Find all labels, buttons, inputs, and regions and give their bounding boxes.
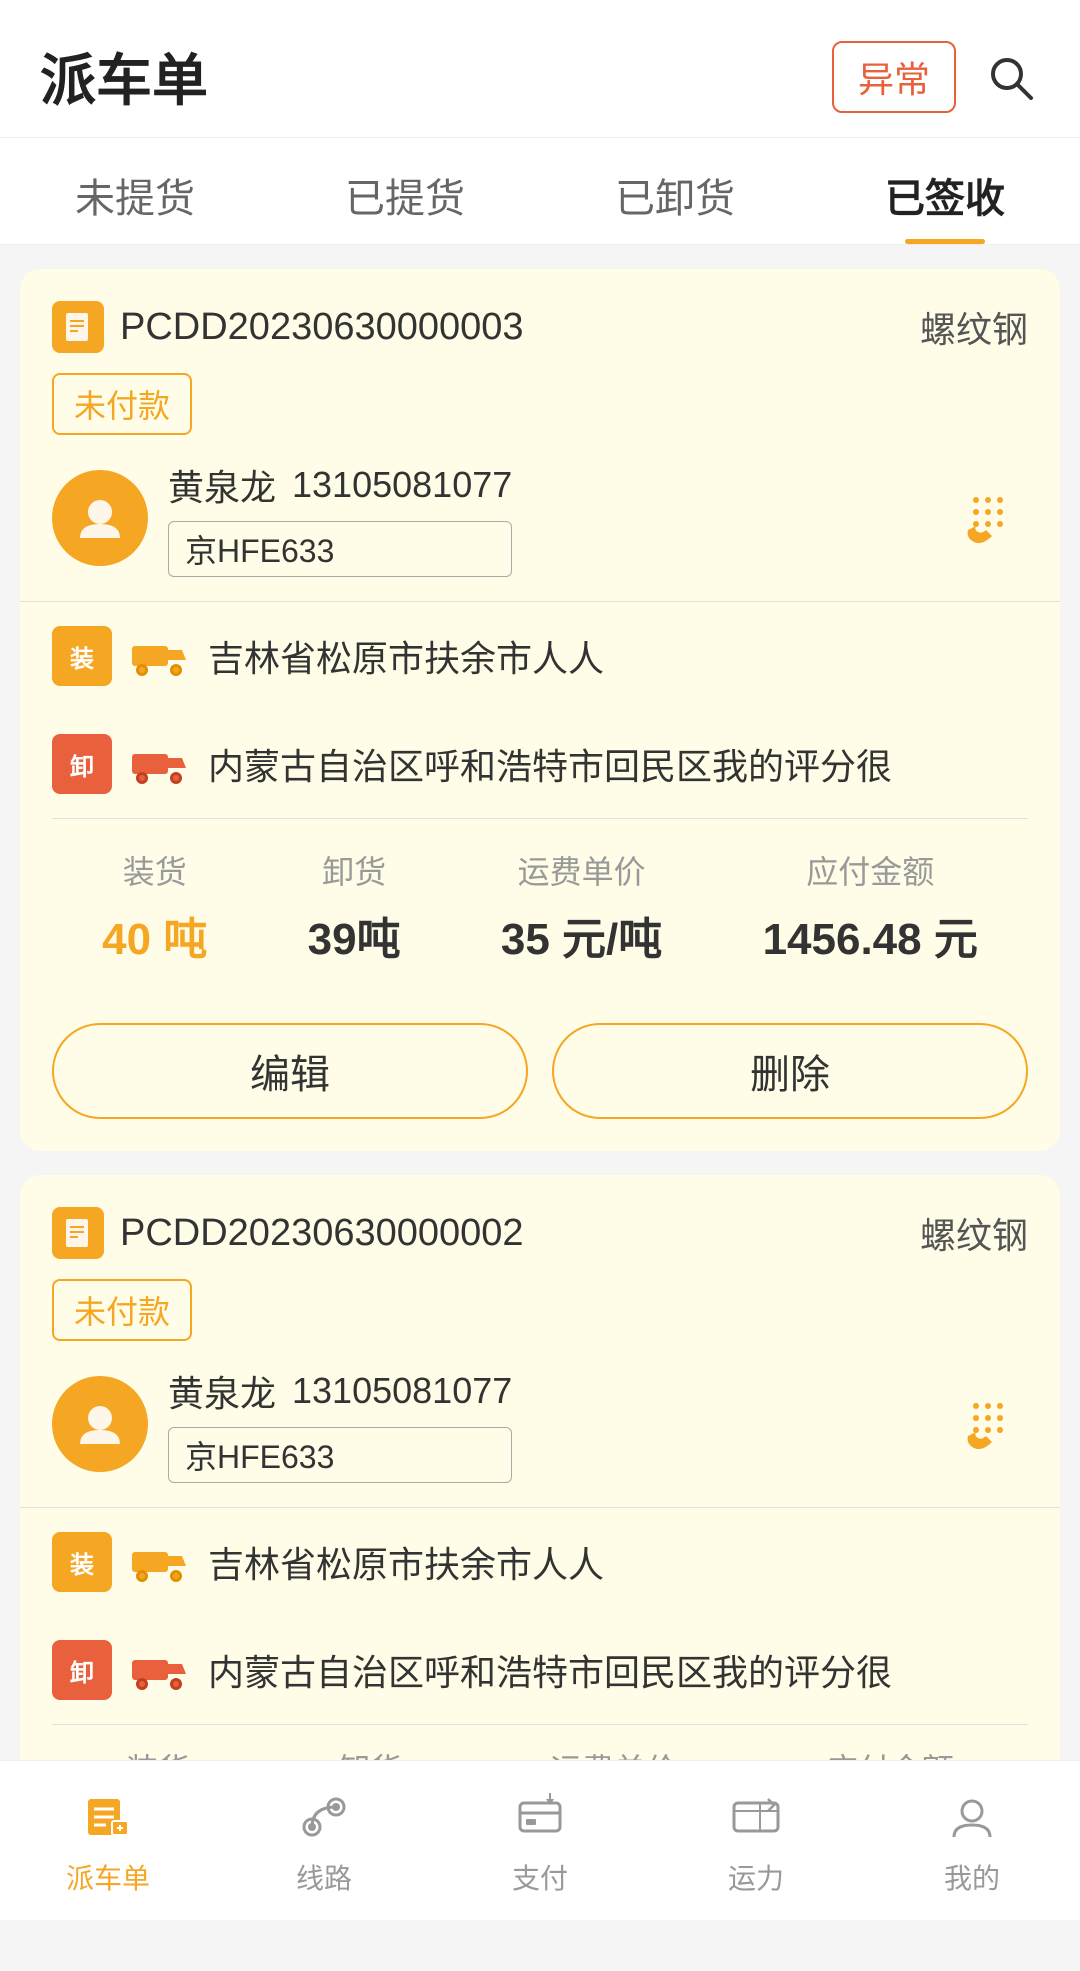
driver-phone-1: 13105081077: [292, 464, 512, 506]
load-route-2: 装 吉林省松原市扶余市人人: [52, 1508, 1028, 1616]
anomaly-button[interactable]: 异常: [832, 41, 956, 113]
profile-label: 我的: [944, 1857, 1000, 1897]
payment-label: 支付: [512, 1857, 568, 1897]
call-button-2[interactable]: [948, 1384, 1028, 1464]
unload-badge-1: 卸: [52, 734, 112, 794]
unload-location-1: 内蒙古自治区呼和浩特市回民区我的评分很: [208, 738, 892, 790]
driver-name-phone-1: 黄泉龙 13105081077: [168, 459, 512, 511]
load-location-1: 吉林省松原市扶余市人人: [208, 630, 604, 682]
search-icon: [985, 52, 1035, 102]
tab-bar: 未提货 已提货 已卸货 已签收: [0, 138, 1080, 245]
cargo-stats-1: 装货 40 吨 卸货 39吨 运费单价 35 元/吨 应付金额 1456.48 …: [52, 818, 1028, 995]
unload-weight-value: 39吨: [308, 903, 401, 967]
unload-weight-label: 卸货: [322, 847, 386, 893]
unload-location-2: 内蒙古自治区呼和浩特市回民区我的评分很: [208, 1644, 892, 1696]
card-id-wrap-2: PCDD20230630000002: [52, 1207, 524, 1259]
capacity-label: 运力: [728, 1857, 784, 1897]
action-btns-1: 编辑 删除: [52, 995, 1028, 1151]
header-actions: 异常: [832, 41, 1040, 113]
card-goods-2: 螺纹钢: [920, 1207, 1028, 1259]
nav-capacity[interactable]: 运力: [648, 1785, 864, 1897]
unload-weight-stat: 卸货 39吨: [308, 847, 401, 967]
dispatch-icon: [76, 1785, 140, 1849]
dispatch-label: 派车单: [66, 1857, 150, 1897]
driver-row-2: 黄泉龙 13105081077 京HFE633: [52, 1365, 1028, 1483]
payment-badge-1: 未付款: [52, 373, 1028, 459]
driver-phone-2: 13105081077: [292, 1370, 512, 1412]
route-icon: [292, 1785, 356, 1849]
driver-name-phone-2: 黄泉龙 13105081077: [168, 1365, 512, 1417]
avatar-1: [52, 470, 148, 566]
dispatch-card-2: PCDD20230630000002 螺纹钢 未付款 黄泉龙 131050810…: [20, 1175, 1060, 1791]
load-route-1: 装 吉林省松原市扶余市人人: [52, 602, 1028, 710]
payment-status-2: 未付款: [52, 1279, 192, 1341]
load-truck-icon-1: [132, 636, 188, 676]
doc-icon-1: [52, 301, 104, 353]
tab-picked[interactable]: 已提货: [270, 138, 540, 244]
card-goods-1: 螺纹钢: [920, 301, 1028, 353]
unload-badge-2: 卸: [52, 1640, 112, 1700]
freight-stat: 运费单价 35 元/吨: [501, 847, 662, 967]
unload-truck-icon-1: [132, 744, 188, 784]
driver-name-1: 黄泉龙: [168, 459, 276, 511]
plate-2: 京HFE633: [168, 1427, 512, 1483]
freight-value: 35 元/吨: [501, 903, 662, 967]
page-title: 派车单: [40, 36, 208, 117]
driver-left-2: 黄泉龙 13105081077 京HFE633: [52, 1365, 512, 1483]
unload-route-2: 卸 内蒙古自治区呼和浩特市回民区我的评分很: [52, 1616, 1028, 1724]
doc-icon-2: [52, 1207, 104, 1259]
load-weight-stat: 装货 40 吨: [102, 847, 207, 967]
card-id-text-1: PCDD20230630000003: [120, 306, 524, 349]
load-badge-2: 装: [52, 1532, 112, 1592]
search-button[interactable]: [980, 47, 1040, 107]
delete-button-1[interactable]: 删除: [552, 1023, 1028, 1119]
driver-row-1: 黄泉龙 13105081077 京HFE633: [52, 459, 1028, 577]
amount-value: 1456.48 元: [763, 903, 978, 967]
driver-info-1: 黄泉龙 13105081077 京HFE633: [168, 459, 512, 577]
plate-1: 京HFE633: [168, 521, 512, 577]
nav-profile[interactable]: 我的: [864, 1785, 1080, 1897]
driver-name-2: 黄泉龙: [168, 1365, 276, 1417]
load-weight-unit: 吨: [163, 915, 207, 964]
nav-dispatch[interactable]: 派车单: [0, 1785, 216, 1897]
content-area: PCDD20230630000003 螺纹钢 未付款 黄泉龙 131050810…: [0, 245, 1080, 1971]
load-badge-1: 装: [52, 626, 112, 686]
driver-info-2: 黄泉龙 13105081077 京HFE633: [168, 1365, 512, 1483]
nav-payment[interactable]: 支付: [432, 1785, 648, 1897]
load-location-2: 吉林省松原市扶余市人人: [208, 1536, 604, 1588]
call-button-1[interactable]: [948, 478, 1028, 558]
route-label: 线路: [296, 1857, 352, 1897]
card-id-text-2: PCDD20230630000002: [120, 1212, 524, 1255]
payment-icon: [508, 1785, 572, 1849]
header: 派车单 异常: [0, 0, 1080, 138]
edit-button-1[interactable]: 编辑: [52, 1023, 528, 1119]
tab-signed[interactable]: 已签收: [810, 138, 1080, 244]
load-truck-icon-2: [132, 1542, 188, 1582]
dispatch-card-1: PCDD20230630000003 螺纹钢 未付款 黄泉龙 131050810…: [20, 269, 1060, 1151]
load-weight-value: 40 吨: [102, 903, 207, 967]
load-weight-label: 装货: [123, 847, 187, 893]
amount-stat: 应付金额 1456.48 元: [763, 847, 978, 967]
driver-left-1: 黄泉龙 13105081077 京HFE633: [52, 459, 512, 577]
freight-label: 运费单价: [518, 847, 646, 893]
tab-not-picked[interactable]: 未提货: [0, 138, 270, 244]
bottom-nav: 派车单 线路 支付: [0, 1760, 1080, 1920]
avatar-2: [52, 1376, 148, 1472]
card-header-1: PCDD20230630000003 螺纹钢: [52, 301, 1028, 353]
payment-badge-2: 未付款: [52, 1279, 1028, 1365]
payment-status-1: 未付款: [52, 373, 192, 435]
tab-unloaded[interactable]: 已卸货: [540, 138, 810, 244]
amount-label: 应付金额: [806, 847, 934, 893]
unload-truck-icon-2: [132, 1650, 188, 1690]
nav-route[interactable]: 线路: [216, 1785, 432, 1897]
unload-route-1: 卸 内蒙古自治区呼和浩特市回民区我的评分很: [52, 710, 1028, 818]
card-header-2: PCDD20230630000002 螺纹钢: [52, 1207, 1028, 1259]
card-id-wrap-1: PCDD20230630000003: [52, 301, 524, 353]
profile-icon: [940, 1785, 1004, 1849]
capacity-icon: [724, 1785, 788, 1849]
